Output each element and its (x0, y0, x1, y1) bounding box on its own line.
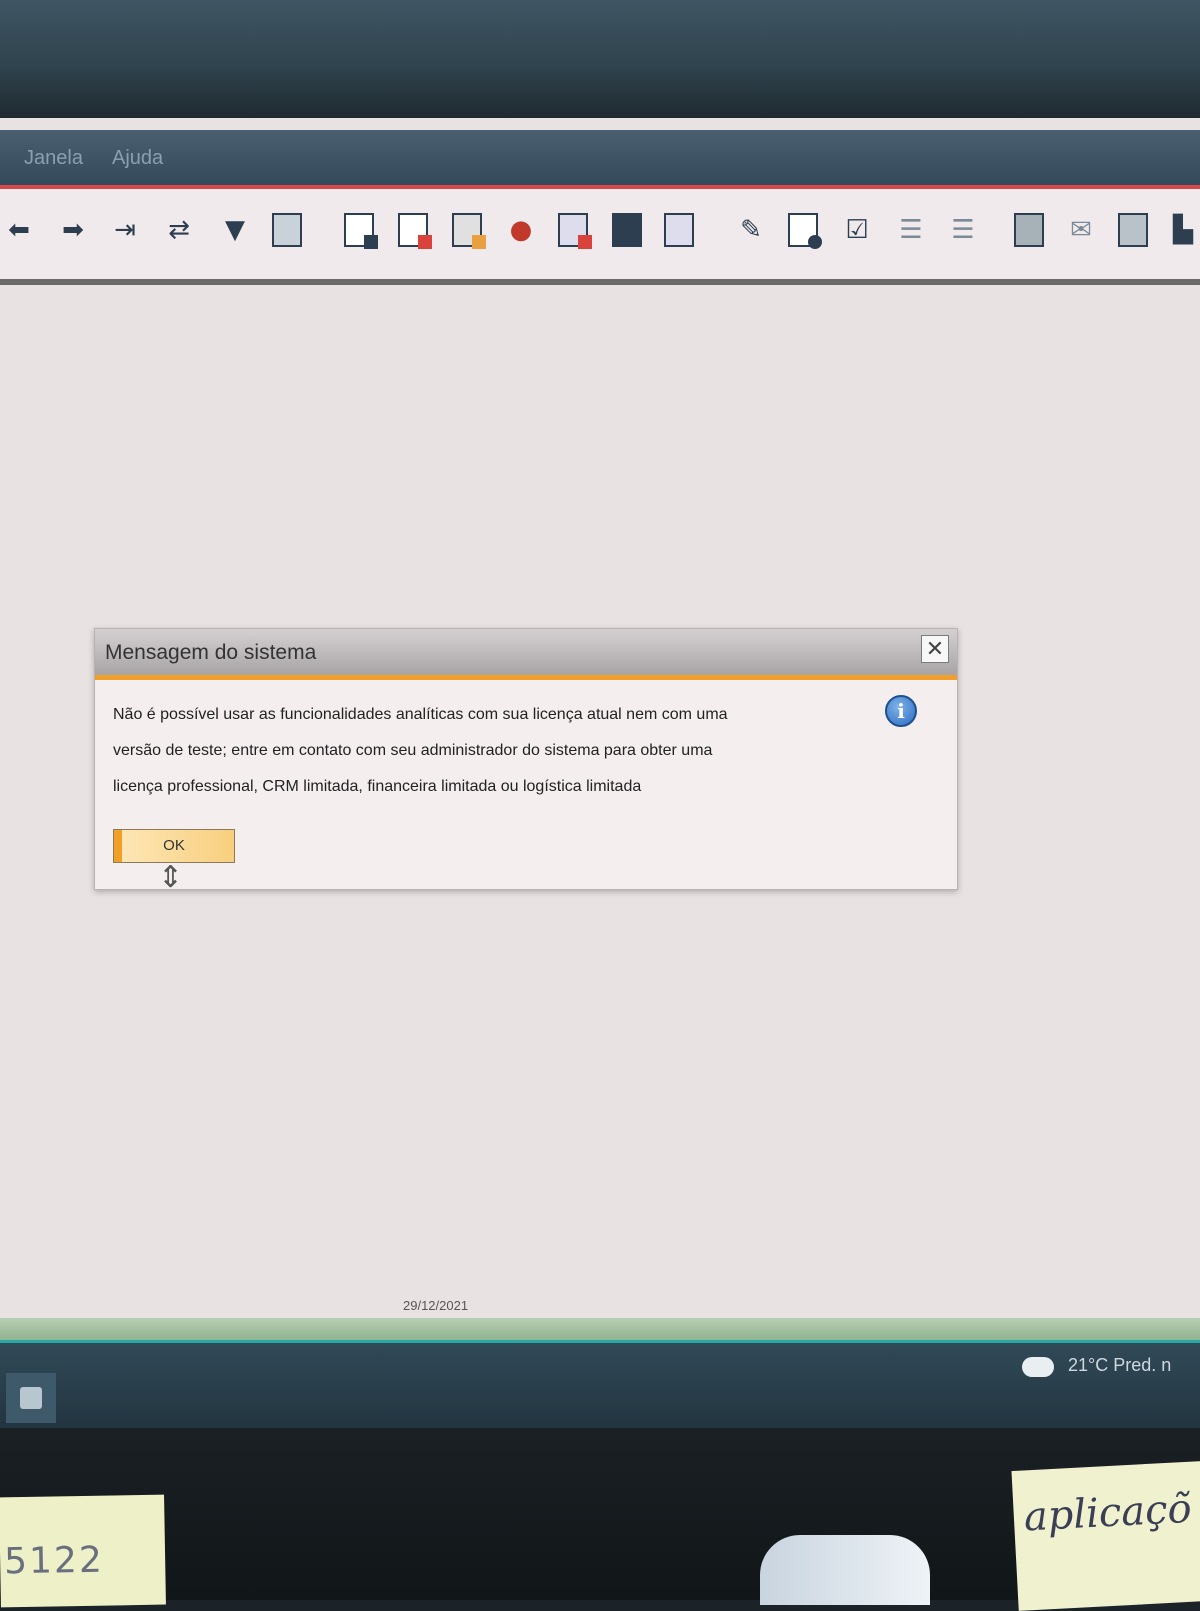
info-icon: i (885, 695, 917, 727)
dialog-title-bar: Mensagem do sistema ✕ (95, 629, 957, 680)
users-icon[interactable]: ● (504, 213, 538, 247)
start-button[interactable] (6, 1373, 56, 1423)
windows-logo-icon (20, 1387, 42, 1409)
settings-doc-icon[interactable] (664, 213, 694, 247)
sticky-note-left-text: 5122 (3, 1539, 105, 1583)
desk-object (760, 1535, 930, 1605)
weather-text[interactable]: 21°C Pred. n (1068, 1355, 1171, 1376)
ok-button[interactable]: OK (113, 829, 235, 863)
mail-icon[interactable]: ✉ (1064, 213, 1098, 247)
calculator-icon[interactable] (452, 213, 486, 249)
arrow-right-icon[interactable]: ➡ (56, 213, 90, 247)
refresh-icon[interactable]: ⇄ (162, 213, 196, 247)
calendar-icon[interactable] (1014, 213, 1044, 247)
filter-icon[interactable]: ▼ (218, 213, 252, 247)
message-icon-2[interactable]: ☰ (946, 213, 980, 247)
sign-icon[interactable]: ✎ (734, 213, 768, 247)
sticky-note-right: aplicaçõ (1011, 1461, 1200, 1611)
group-icon[interactable]: ▙ (1166, 213, 1200, 247)
sort-icon[interactable] (272, 213, 302, 247)
chart-icon[interactable] (558, 213, 592, 249)
menu-item-janela[interactable]: Janela (24, 147, 83, 170)
sticky-note-left: 5122 (0, 1494, 166, 1608)
doc-gear-icon[interactable] (788, 213, 822, 249)
doc-icon-1[interactable] (344, 213, 378, 249)
message-line: versão de teste; entre em contato com se… (113, 742, 713, 759)
report-icon[interactable] (1118, 213, 1148, 247)
message-line: Não é possível usar as funcionalidades a… (113, 706, 728, 723)
sticky-note-right-text: aplicaçõ (1022, 1485, 1193, 1541)
menu-bar: Janela Ajuda (0, 130, 1200, 189)
taskbar: 21°C Pred. n (0, 1343, 1200, 1428)
screen: Janela Ajuda ⬅ ➡ ⇥ ⇄ ▼ ● ✎ ☑ ☰ ☰ ✉ ▙ Men… (0, 118, 1200, 1428)
doc-icon-2[interactable] (398, 213, 432, 249)
monitor-bezel-top (0, 0, 1200, 118)
dialog-title: Mensagem do sistema (105, 641, 317, 664)
system-message-dialog: Mensagem do sistema ✕ Não é possível usa… (94, 628, 958, 890)
message-icon-1[interactable]: ☰ (894, 213, 928, 247)
check-edit-icon[interactable]: ☑ (840, 213, 874, 247)
close-button[interactable]: ✕ (921, 635, 949, 663)
arrow-left-icon[interactable]: ⬅ (2, 213, 36, 247)
message-line: licença professional, CRM limitada, fina… (113, 778, 642, 795)
cloud-icon[interactable] (1022, 1357, 1054, 1377)
menu-item-ajuda[interactable]: Ajuda (112, 147, 163, 170)
doc-icon-3[interactable] (612, 213, 642, 247)
arrow-last-icon[interactable]: ⇥ (108, 213, 142, 247)
status-strip (0, 1318, 1200, 1343)
dialog-message: Não é possível usar as funcionalidades a… (113, 697, 793, 805)
toolbar: ⬅ ➡ ⇥ ⇄ ▼ ● ✎ ☑ ☰ ☰ ✉ ▙ (0, 189, 1200, 285)
status-date: 29/12/2021 (403, 1298, 469, 1313)
resize-cursor-icon: ⇕ (158, 860, 184, 895)
